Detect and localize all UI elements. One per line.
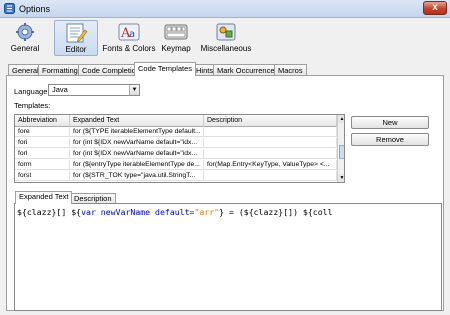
category-fonts-colors[interactable]: A a Fonts & Colors xyxy=(100,20,158,56)
column-header-description[interactable]: Description xyxy=(204,115,337,127)
table-row[interactable]: fori for (int ${IDX newVarName default="… xyxy=(15,138,337,148)
description-cell xyxy=(204,138,337,148)
category-label: Keymap xyxy=(161,44,191,53)
table-row[interactable]: forst for (${STR_TOK type="java.util.Str… xyxy=(15,171,337,181)
code-line: ${clazz}[] ${var newVarName default="arr… xyxy=(17,207,333,217)
abbreviation-cell: fori xyxy=(15,138,70,148)
category-general[interactable]: General xyxy=(6,20,44,56)
code-keyword: var newVarName default= xyxy=(81,207,195,217)
code-text: } = (${clazz}[]) ${coll xyxy=(219,207,333,217)
fonts-colors-icon: A a xyxy=(118,23,140,41)
app-icon xyxy=(4,3,15,14)
close-button[interactable]: x xyxy=(423,1,447,15)
category-miscellaneous[interactable]: Miscellaneous xyxy=(198,20,254,56)
abbreviation-cell: forl xyxy=(15,149,70,159)
tab-expanded-text[interactable]: Expanded Text xyxy=(15,191,73,204)
description-cell xyxy=(204,149,337,159)
table-row[interactable]: forl for (int ${IDX newVarName default="… xyxy=(15,149,337,159)
table-row[interactable]: form for (${entryType iterableElementTyp… xyxy=(15,160,337,170)
code-text: ${clazz}[] ${ xyxy=(17,207,82,217)
category-keymap[interactable]: Keymap xyxy=(160,20,192,56)
table-scrollbar[interactable]: ▲ ▼ xyxy=(337,115,344,182)
category-label: Editor xyxy=(65,45,87,54)
keyboard-icon xyxy=(164,24,188,40)
category-label: Fonts & Colors xyxy=(102,44,156,53)
new-button[interactable]: New xyxy=(351,116,429,129)
expanded-text-cell: for (${TYPE iterableElementType default.… xyxy=(70,127,204,137)
language-value: Java xyxy=(52,85,68,94)
description-cell xyxy=(204,171,337,181)
category-editor[interactable]: Editor xyxy=(54,20,98,56)
code-string: "arr" xyxy=(194,207,220,217)
table-row[interactable]: fore for (${TYPE iterableElementType def… xyxy=(15,127,337,137)
miscellaneous-icon xyxy=(216,23,236,41)
description-cell: for(Map.Entry<KeyType, ValueType> <... xyxy=(204,160,337,170)
options-window: Options x General Editor A a Fonts & Col… xyxy=(0,0,450,315)
category-label: Miscellaneous xyxy=(200,44,252,53)
remove-button[interactable]: Remove xyxy=(351,133,429,146)
category-label: General xyxy=(10,44,40,53)
abbreviation-cell: form xyxy=(15,160,70,170)
scroll-thumb[interactable] xyxy=(339,145,344,159)
window-title: Options xyxy=(19,4,51,14)
scroll-down-icon[interactable]: ▼ xyxy=(338,174,344,182)
scroll-up-icon[interactable]: ▲ xyxy=(338,115,344,123)
svg-text:a: a xyxy=(129,29,135,40)
table-header: Abbreviation Expanded Text Description xyxy=(15,115,337,127)
expanded-text-cell: for (${STR_TOK type="java.util.StringT..… xyxy=(70,171,204,181)
language-label: Language: xyxy=(14,87,50,96)
description-cell xyxy=(204,127,337,137)
expanded-text-cell: for (int ${IDX newVarName default="idx..… xyxy=(70,149,204,159)
tab-code-templates[interactable]: Code Templates xyxy=(134,62,197,76)
expanded-text-editor[interactable]: ${clazz}[] ${var newVarName default="arr… xyxy=(14,203,442,311)
column-header-abbreviation[interactable]: Abbreviation xyxy=(15,115,70,127)
chevron-down-icon[interactable]: ▼ xyxy=(129,85,139,95)
title-bar: Options x xyxy=(0,0,450,18)
language-select[interactable]: Java ▼ xyxy=(48,84,140,96)
expanded-text-cell: for (${entryType iterableElementType de.… xyxy=(70,160,204,170)
general-icon xyxy=(16,23,34,41)
editor-icon xyxy=(66,23,88,43)
abbreviation-cell: fore xyxy=(15,127,70,137)
column-header-expanded-text[interactable]: Expanded Text xyxy=(70,115,204,127)
expanded-text-cell: for (int ${IDX newVarName default="idx..… xyxy=(70,138,204,148)
templates-table: Abbreviation Expanded Text Description f… xyxy=(14,114,345,183)
abbreviation-cell: forst xyxy=(15,171,70,181)
templates-label: Templates: xyxy=(14,101,51,110)
